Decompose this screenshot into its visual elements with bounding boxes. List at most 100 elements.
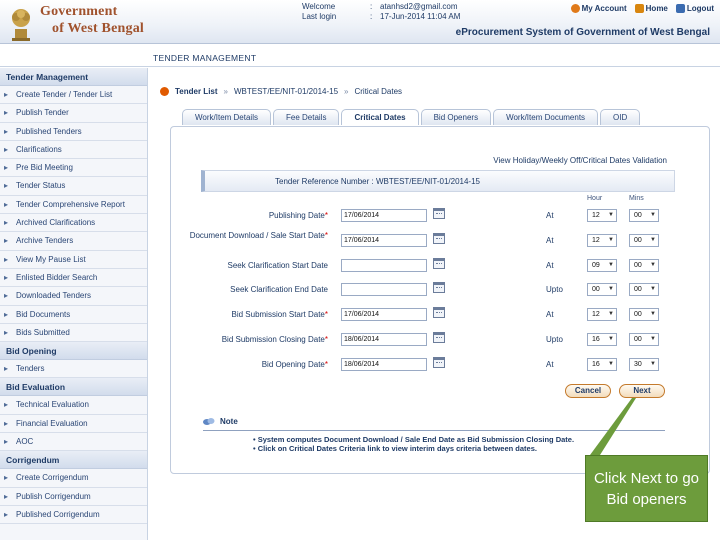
calendar-icon[interactable]: [433, 357, 445, 368]
sidebar-item-create-tender[interactable]: Create Tender / Tender List: [0, 86, 147, 105]
sidebar-item-comprehensive-report[interactable]: Tender Comprehensive Report: [0, 196, 147, 215]
seek-start-mins-select[interactable]: 00 ▼: [629, 259, 659, 272]
sidebar-item-pause-list[interactable]: View My Pause List: [0, 251, 147, 269]
sidebar-item-clarifications[interactable]: Clarifications: [0, 141, 147, 160]
page-title: TENDER MANAGEMENT: [153, 53, 257, 63]
tab-oid[interactable]: OID: [600, 109, 641, 125]
lastlogin-sep: :: [370, 12, 373, 21]
note-section: Note System computes Document Download /…: [203, 417, 665, 453]
doc-download-mins-select[interactable]: 00 ▼: [629, 234, 659, 247]
publishing-date-input[interactable]: 17/06/2014: [341, 209, 427, 222]
note-title: Note: [220, 417, 238, 426]
home-icon: [634, 4, 644, 13]
sidebar-item-publish-corrigendum[interactable]: Publish Corrigendum: [0, 488, 147, 506]
doc-download-start-input[interactable]: 17/06/2014: [341, 234, 427, 247]
calendar-icon[interactable]: [433, 307, 445, 318]
breadcrumb-tender-ref[interactable]: WBTEST/EE/NIT-01/2014-15: [234, 87, 338, 96]
tab-critical-dates[interactable]: Critical Dates: [341, 109, 419, 125]
publishing-date-row: Publishing Date* 17/06/2014 At 12 ▼ 00 ▼: [171, 207, 711, 227]
calendar-icon[interactable]: [433, 208, 445, 219]
next-button[interactable]: Next: [619, 384, 665, 398]
sidebar-item-financial-evaluation[interactable]: Financial Evaluation: [0, 415, 147, 434]
sidebar-item-archived-clarifications[interactable]: Archived Clarifications: [0, 214, 147, 233]
home-link[interactable]: Home: [634, 4, 668, 13]
my-account-link[interactable]: My Account: [570, 4, 627, 13]
bid-submission-start-input[interactable]: 17/06/2014: [341, 308, 427, 321]
bid-start-hour-select[interactable]: 12 ▼: [587, 308, 617, 321]
chevron-down-icon: ▼: [608, 361, 614, 367]
cancel-button[interactable]: Cancel: [565, 384, 611, 398]
chevron-down-icon: ▼: [650, 311, 656, 317]
at-label: At: [546, 310, 554, 319]
publishing-mins-select[interactable]: 00 ▼: [629, 209, 659, 222]
calendar-icon[interactable]: [433, 233, 445, 244]
seek-clarification-start-label: Seek Clarification Start Date: [227, 261, 329, 270]
seek-start-hour-select[interactable]: 09 ▼: [587, 259, 617, 272]
seek-clarification-start-input[interactable]: [341, 259, 427, 272]
doc-download-hour-select[interactable]: 12 ▼: [587, 234, 617, 247]
sidebar-item-aoc[interactable]: AOC: [0, 433, 147, 452]
logout-label: Logout: [686, 4, 714, 13]
bid-closing-hour-select[interactable]: 16 ▼: [587, 333, 617, 346]
brand-line1: Government: [40, 4, 118, 19]
brand-wordmark: Government of West Bengal: [40, 3, 144, 37]
chevron-down-icon: ▼: [608, 237, 614, 243]
tab-fee-details[interactable]: Fee Details: [272, 109, 340, 125]
tab-work-item-details[interactable]: Work/Item Details: [182, 109, 271, 125]
bid-opening-mins-select[interactable]: 30 ▼: [629, 358, 659, 371]
calendar-icon[interactable]: [433, 258, 445, 269]
calendar-icon[interactable]: [433, 332, 445, 343]
note-list: System computes Document Download / Sale…: [253, 435, 665, 453]
logout-link[interactable]: Logout: [675, 4, 714, 13]
tender-reference-value: WBTEST/EE/NIT-01/2014-15: [375, 177, 480, 186]
calendar-icon[interactable]: [433, 282, 445, 293]
doc-download-start-row: Document Download / Sale Start Date* 17/…: [171, 231, 711, 252]
lastlogin-key: Last login: [302, 12, 337, 21]
sidebar-item-downloaded-tenders[interactable]: Downloaded Tenders: [0, 287, 147, 306]
tender-reference-box: Tender Reference Number : WBTEST/EE/NIT-…: [201, 170, 675, 192]
sidebar-item-archive-tenders[interactable]: Archive Tenders: [0, 232, 147, 251]
sidebar-item-published-tenders[interactable]: Published Tenders: [0, 123, 147, 141]
sidebar-section-corrigendum: Corrigendum: [0, 451, 147, 470]
seek-end-hour-select[interactable]: 00 ▼: [587, 283, 617, 296]
sidebar-item-create-corrigendum[interactable]: Create Corrigendum: [0, 469, 147, 488]
tab-work-item-documents[interactable]: Work/Item Documents: [493, 109, 599, 125]
at-label: At: [546, 236, 554, 245]
bid-submission-closing-input[interactable]: 18/06/2014: [341, 333, 427, 346]
sidebar-item-tenders[interactable]: Tenders: [0, 360, 147, 379]
logout-icon: [675, 4, 685, 13]
bid-closing-mins-select[interactable]: 00 ▼: [629, 333, 659, 346]
sidebar-item-bid-documents[interactable]: Bid Documents: [0, 306, 147, 324]
breadcrumb-tender-list[interactable]: Tender List: [175, 87, 218, 96]
chevron-down-icon: ▼: [650, 237, 656, 243]
sidebar-item-tender-status[interactable]: Tender Status: [0, 177, 147, 196]
sidebar-item-pre-bid-meeting[interactable]: Pre Bid Meeting: [0, 159, 147, 178]
sidebar-item-technical-evaluation[interactable]: Technical Evaluation: [0, 396, 147, 415]
breadcrumb: Tender List » WBTEST/EE/NIT-01/2014-15 »…: [160, 87, 402, 96]
validation-link[interactable]: View Holiday/Weekly Off/Critical Dates V…: [493, 156, 667, 165]
bid-start-mins-select[interactable]: 00 ▼: [629, 308, 659, 321]
sidebar-item-bidder-search[interactable]: Enlisted Bidder Search: [0, 269, 147, 288]
critical-dates-panel: View Holiday/Weekly Off/Critical Dates V…: [170, 126, 710, 474]
header-links: My Account Home Logout: [570, 4, 714, 13]
bid-submission-closing-row: Bid Submission Closing Date* 18/06/2014 …: [171, 331, 711, 351]
bid-submission-start-row: Bid Submission Start Date* 17/06/2014 At…: [171, 306, 711, 326]
mins-column-header: Mins: [629, 195, 644, 202]
note-item: System computes Document Download / Sale…: [253, 435, 665, 444]
tab-bar: Work/Item Details Fee Details Critical D…: [182, 109, 641, 125]
publishing-hour-select[interactable]: 12 ▼: [587, 209, 617, 222]
login-info: Welcome : atanhsd2@gmail.com Last login …: [302, 2, 460, 22]
tab-bid-openers[interactable]: Bid Openers: [420, 109, 492, 125]
seek-clarification-end-row: Seek Clarification End Date Upto 00 ▼ 00 ▼: [171, 281, 711, 301]
bid-submission-start-label: Bid Submission Start Date*: [231, 310, 329, 319]
sidebar-item-bids-submitted[interactable]: Bids Submitted: [0, 324, 147, 343]
bid-opening-input[interactable]: 18/06/2014: [341, 358, 427, 371]
note-header: Note: [203, 417, 665, 426]
seek-end-mins-select[interactable]: 00 ▼: [629, 283, 659, 296]
system-title: eProcurement System of Government of Wes…: [455, 27, 710, 38]
sidebar-item-published-corrigendum[interactable]: Published Corrigendum: [0, 506, 147, 525]
welcome-key: Welcome: [302, 2, 336, 11]
seek-clarification-end-input[interactable]: [341, 283, 427, 296]
sidebar-item-publish-tender[interactable]: Publish Tender: [0, 104, 147, 123]
bid-opening-hour-select[interactable]: 16 ▼: [587, 358, 617, 371]
